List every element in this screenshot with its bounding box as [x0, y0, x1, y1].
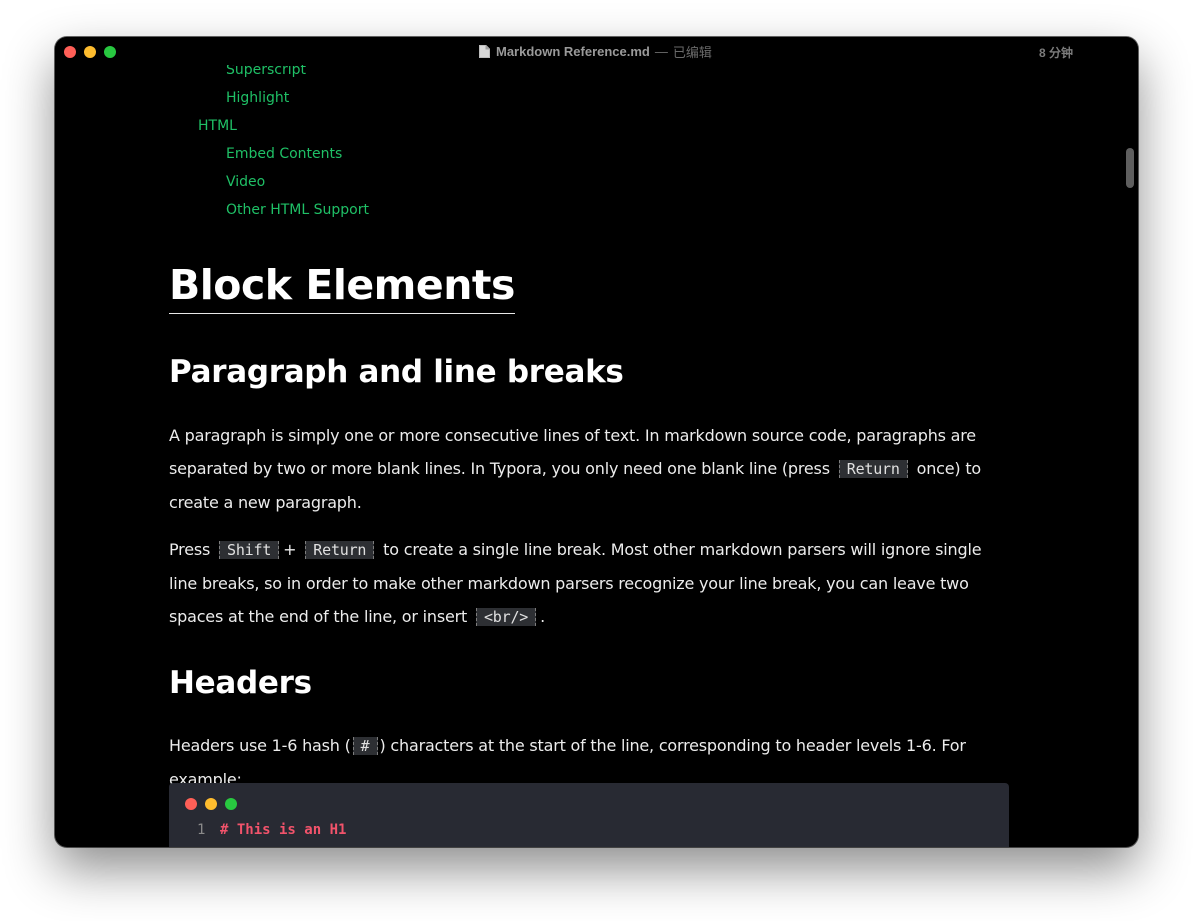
code-block-red-dot	[185, 798, 197, 810]
edit-status: 已编辑	[672, 44, 712, 60]
heading-block-elements: Block Elements	[169, 257, 515, 314]
paragraph-line-break: Press Shift + Return to create a single l…	[169, 533, 1009, 634]
heading-paragraph-line-breaks: Paragraph and line breaks	[169, 354, 624, 390]
reading-time: 8 分钟	[1038, 46, 1073, 60]
code-block[interactable]: 1 # This is an H1	[169, 783, 1009, 847]
inline-code-br: <br/>	[475, 608, 537, 626]
window-title: Markdown Reference.md — 已编辑	[479, 43, 712, 60]
scrollbar-thumb[interactable]	[1126, 148, 1134, 188]
paragraph-text: .	[540, 607, 546, 626]
window-title-separator: —	[654, 43, 668, 59]
document-view[interactable]: Superscript Highlight HTML Embed Content…	[55, 37, 1138, 847]
toc-item-video[interactable]: Video	[226, 173, 265, 191]
editor-window: Superscript Highlight HTML Embed Content…	[55, 37, 1138, 847]
window-title-text: Markdown Reference.md	[496, 43, 650, 59]
inline-code-shift: Shift	[219, 541, 280, 559]
code-block-green-dot	[225, 798, 237, 810]
title-bar[interactable]: Markdown Reference.md — 已编辑 8 分钟	[55, 37, 1138, 65]
inline-code-return: Return	[838, 460, 908, 478]
close-button[interactable]	[64, 46, 76, 58]
code-block-yellow-dot	[205, 798, 217, 810]
inline-code-hash: #	[352, 737, 378, 755]
inline-code-return: Return	[305, 541, 375, 559]
document-icon	[479, 44, 490, 58]
toc-item-embed-contents[interactable]: Embed Contents	[226, 145, 342, 163]
toc-item-other-html-support[interactable]: Other HTML Support	[226, 201, 369, 219]
toc-item-highlight[interactable]: Highlight	[226, 89, 289, 107]
toc-item-html[interactable]: HTML	[198, 117, 237, 135]
paragraph-text: Headers use 1-6 hash (	[169, 736, 351, 755]
code-line-number: 1	[197, 822, 206, 838]
maximize-button[interactable]	[104, 46, 116, 58]
minimize-button[interactable]	[84, 46, 96, 58]
plus-sign: +	[283, 540, 297, 559]
code-line[interactable]: # This is an H1	[220, 822, 346, 838]
heading-headers: Headers	[169, 665, 312, 701]
paragraph-text: Press	[169, 540, 211, 559]
paragraph-intro: A paragraph is simply one or more consec…	[169, 419, 1009, 519]
